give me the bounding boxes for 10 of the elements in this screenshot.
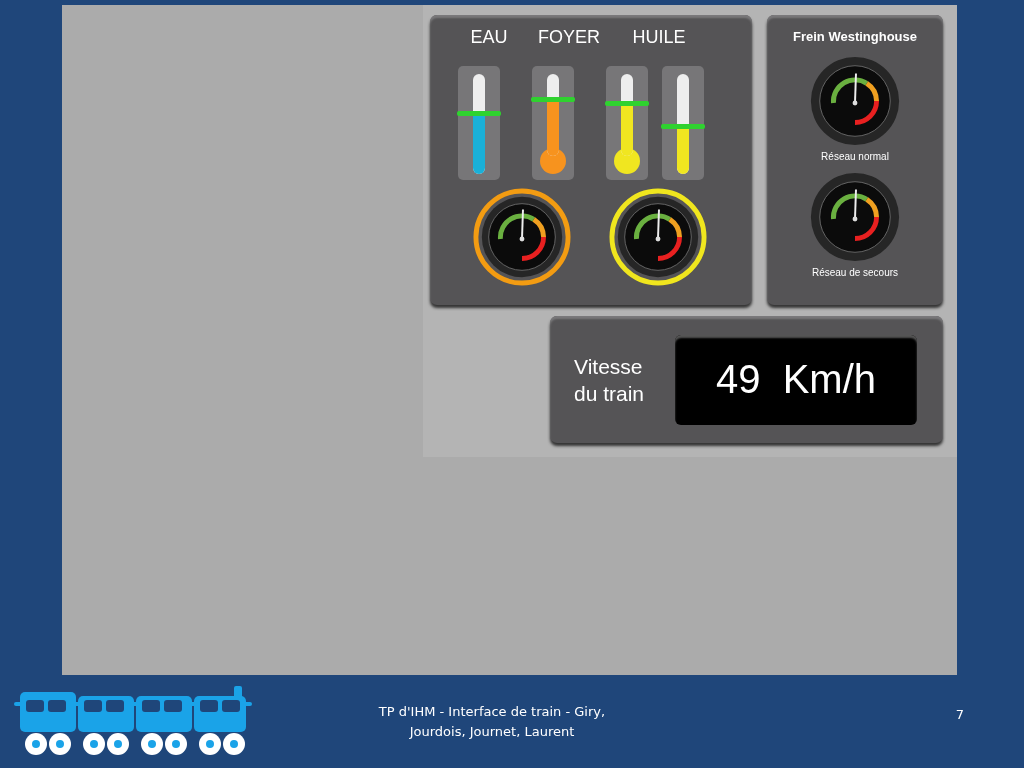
panel-title: Frein Westinghouse: [793, 29, 917, 44]
page-number: 7: [955, 707, 964, 722]
gauge-label: EAU: [469, 27, 509, 48]
speed-readout: 49 Km/h: [675, 334, 917, 425]
gauge-label: FOYER: [537, 27, 601, 48]
speed-label: Vitesse du train: [574, 353, 646, 407]
gauge-label: HUILE: [631, 27, 687, 48]
gauge-label: Réseau de secours: [811, 267, 899, 278]
gauge-label: Réseau normal: [821, 151, 889, 162]
footer-text: TP d'IHM - Interface de train - Giry, Jourdois, Journet, Laurent: [377, 702, 607, 741]
